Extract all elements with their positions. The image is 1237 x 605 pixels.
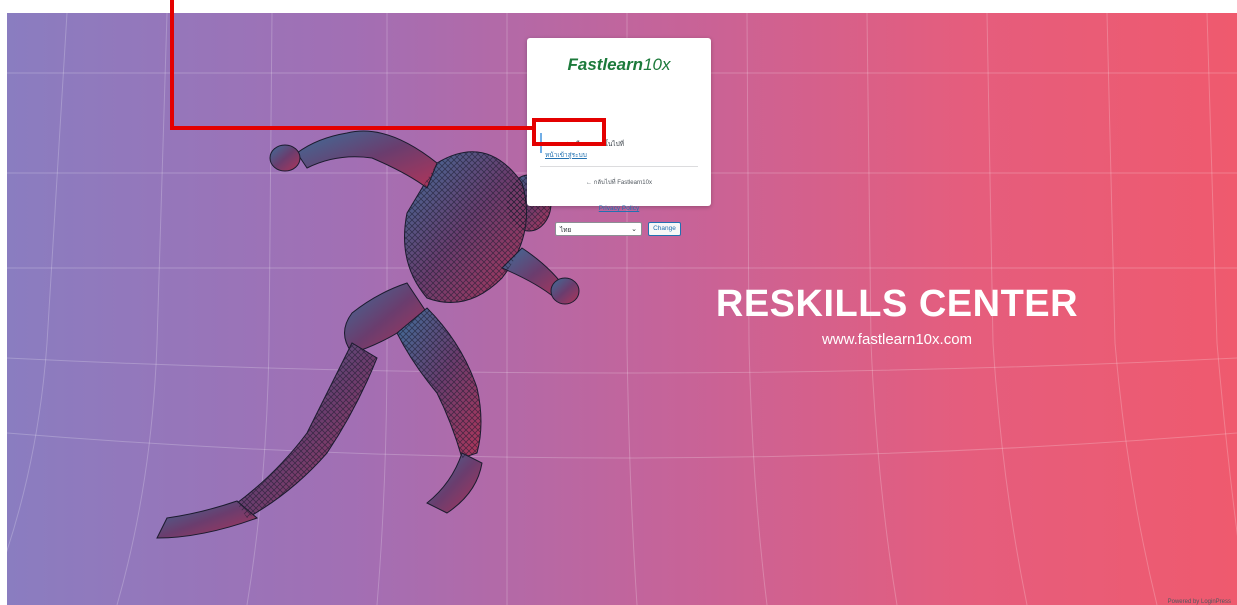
site-logo[interactable]: Fastlearn10x (527, 55, 711, 75)
login-background: RESKILLS CENTER www.fastlearn10x.com Fas… (7, 13, 1237, 605)
card-divider (540, 166, 698, 167)
back-to-site-link[interactable]: ← กลับไปที่ Fastlearn10x (527, 177, 711, 187)
annotation-highlight-box (532, 118, 606, 146)
annotation-line-vertical (170, 0, 174, 130)
logo-text-bold: Fastlearn (567, 55, 644, 74)
chevron-down-icon: ⌄ (631, 226, 637, 233)
privacy-policy-link[interactable]: Privacy Policy (527, 205, 711, 212)
logo-text-light: 10x (643, 55, 671, 74)
annotation-line-horizontal (170, 126, 534, 130)
language-select[interactable]: ไทย ⌄ (555, 222, 642, 236)
hero-site-url: www.fastlearn10x.com (821, 331, 973, 348)
hero-headline: RESKILLS CENTER (715, 283, 1079, 325)
login-page-link[interactable]: หน้าเข้าสู่ระบบ (545, 150, 587, 160)
language-selected-value: ไทย (560, 227, 572, 234)
change-language-button[interactable]: Change (648, 222, 681, 236)
powered-by-text: Powered by LoginPress (1167, 599, 1231, 605)
